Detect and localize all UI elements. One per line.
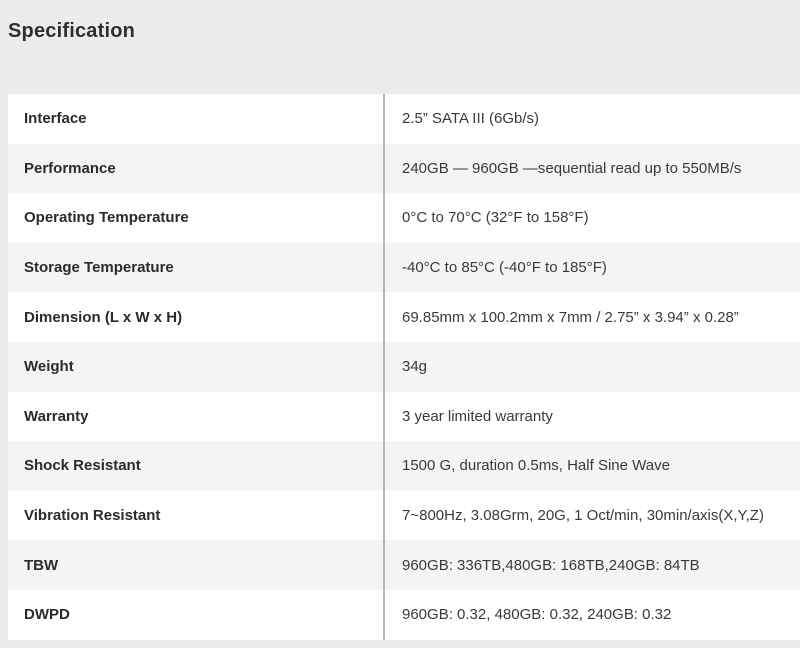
spec-label: Dimension (L x W x H) [8,292,385,342]
spec-row-tbw: TBW 960GB: 336TB,480GB: 168TB,240GB: 84T… [8,540,800,590]
spec-row-interface: Interface 2.5” SATA III (6Gb/s) [8,94,800,144]
spec-label: Interface [8,94,385,144]
spec-label: TBW [8,540,385,590]
spec-value: 960GB: 336TB,480GB: 168TB,240GB: 84TB [402,556,700,574]
spec-label: Weight [8,341,385,392]
spec-row-weight: Weight 34g [8,341,800,392]
spec-value: 7~800Hz, 3.08Grm, 20G, 1 Oct/min, 30min/… [402,507,764,525]
spec-label: Operating Temperature [8,193,385,243]
section-title: Specification [8,20,136,42]
spec-row-dimension: Dimension (L x W x H) 69.85mm x 100.2mm … [8,292,800,342]
spec-label: DWPD [8,589,385,640]
spec-value: -40°C to 85°C (-40°F to 185°F) [402,259,607,277]
spec-label: Storage Temperature [8,242,385,293]
spec-row-performance: Performance 240GB — 960GB —sequential re… [8,143,800,194]
spec-row-operating-temperature: Operating Temperature 0°C to 70°C (32°F … [8,193,800,243]
spec-value: 69.85mm x 100.2mm x 7mm / 2.75” x 3.94” … [402,308,739,326]
spec-row-vibration-resistant: Vibration Resistant 7~800Hz, 3.08Grm, 20… [8,490,800,541]
spec-label: Shock Resistant [8,441,385,491]
spec-value: 960GB: 0.32, 480GB: 0.32, 240GB: 0.32 [402,606,672,624]
spec-value: 34g [402,358,428,376]
specification-table: Interface 2.5” SATA III (6Gb/s) Performa… [8,94,800,640]
spec-label: Performance [8,143,385,194]
spec-label: Vibration Resistant [8,490,385,541]
spec-label: Warranty [8,391,385,442]
spec-value: 1500 G, duration 0.5ms, Half Sine Wave [402,457,670,475]
spec-row-shock-resistant: Shock Resistant 1500 G, duration 0.5ms, … [8,441,800,491]
spec-value: 2.5” SATA III (6Gb/s) [402,110,539,128]
spec-row-warranty: Warranty 3 year limited warranty [8,391,800,442]
spec-value: 240GB — 960GB —sequential read up to 550… [402,159,742,177]
spec-row-dwpd: DWPD 960GB: 0.32, 480GB: 0.32, 240GB: 0.… [8,589,800,640]
spec-row-storage-temperature: Storage Temperature -40°C to 85°C (-40°F… [8,242,800,293]
spec-value: 0°C to 70°C (32°F to 158°F) [402,209,589,227]
spec-value: 3 year limited warranty [402,407,553,425]
